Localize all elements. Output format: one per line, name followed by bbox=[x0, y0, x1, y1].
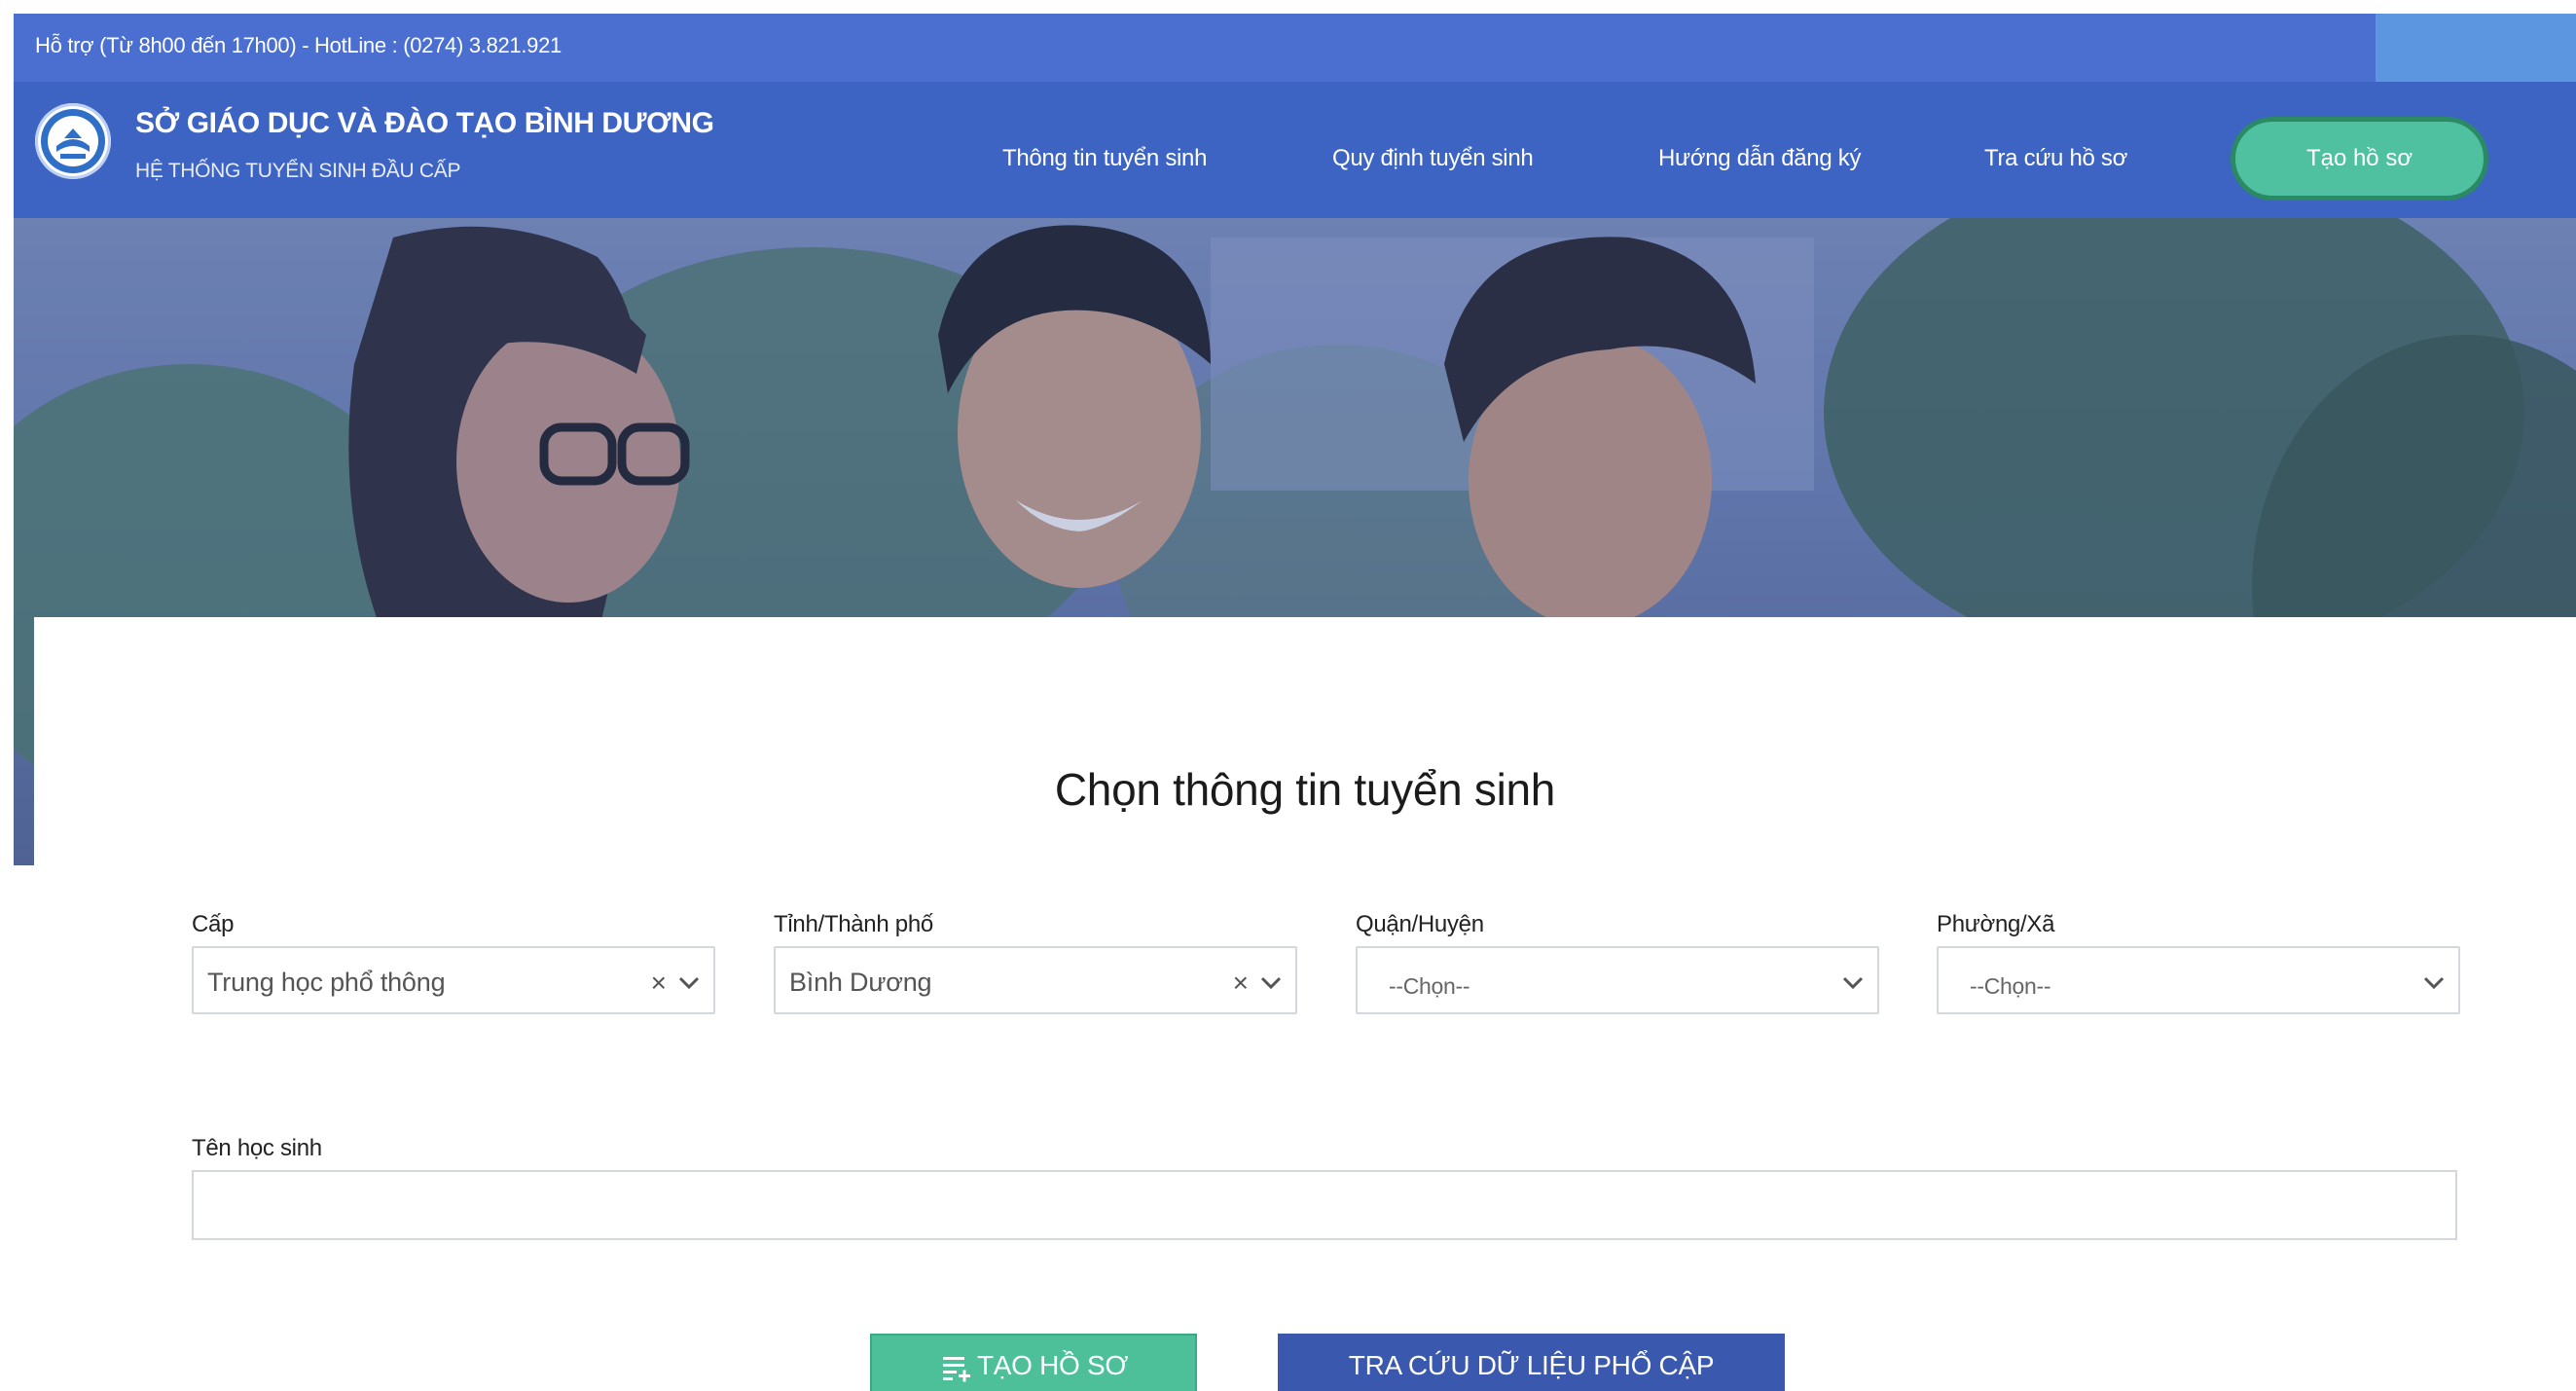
create-profile-button[interactable]: Tạo hồ sơ bbox=[2231, 117, 2488, 201]
lookup-universal-data-button[interactable]: TRA CỨU DỮ LIỆU PHỔ CẬP bbox=[1278, 1334, 1785, 1391]
org-name: SỞ GIÁO DỤC VÀ ĐÀO TẠO BÌNH DƯƠNG bbox=[135, 107, 714, 139]
nav-huong-dan-dang-ky[interactable]: Hướng dẫn đăng ký bbox=[1658, 145, 1861, 172]
support-bar: Hỗ trợ (Từ 8h00 đến 17h00) - HotLine : (… bbox=[14, 14, 2576, 82]
nav-thong-tin-tuyen-sinh[interactable]: Thông tin tuyển sinh bbox=[1002, 145, 1207, 172]
support-bar-accent bbox=[2376, 14, 2576, 82]
cap-select-value: Trung học phổ thông bbox=[207, 968, 446, 997]
phuong-select-placeholder: --Chọn-- bbox=[1970, 973, 2051, 999]
tinh-select[interactable]: Bình Dương × bbox=[774, 946, 1297, 1014]
chevron-down-icon[interactable] bbox=[674, 968, 704, 997]
page-frame: Hỗ trợ (Từ 8h00 đến 17h00) - HotLine : (… bbox=[14, 14, 2576, 1391]
org-logo-icon[interactable] bbox=[35, 103, 111, 179]
clear-icon[interactable]: × bbox=[651, 970, 667, 997]
create-profile-form-button[interactable]: TẠO HỒ SƠ bbox=[870, 1334, 1197, 1391]
tinh-select-value: Bình Dương bbox=[789, 968, 932, 997]
clear-icon[interactable]: × bbox=[1233, 970, 1249, 997]
form-title: Chọn thông tin tuyển sinh bbox=[1054, 764, 1556, 815]
chevron-down-icon[interactable] bbox=[1838, 968, 1868, 997]
support-hotline-text: Hỗ trợ (Từ 8h00 đến 17h00) - HotLine : (… bbox=[35, 33, 562, 57]
org-subtitle: HỆ THỐNG TUYỂN SINH ĐẦU CẤP bbox=[135, 160, 461, 182]
chevron-down-icon[interactable] bbox=[1256, 968, 1286, 997]
nav-tra-cuu-ho-so[interactable]: Tra cứu hồ sơ bbox=[1984, 145, 2127, 172]
cap-select[interactable]: Trung học phổ thông × bbox=[192, 946, 715, 1014]
list-add-icon bbox=[943, 1357, 970, 1382]
quan-select-placeholder: --Chọn-- bbox=[1389, 973, 1470, 999]
ten-hoc-sinh-label: Tên học sinh bbox=[192, 1135, 322, 1161]
cap-label: Cấp bbox=[192, 911, 235, 937]
tinh-label: Tỉnh/Thành phố bbox=[774, 911, 933, 937]
phuong-select[interactable]: --Chọn-- bbox=[1937, 946, 2460, 1014]
create-profile-form-button-label: TẠO HỒ SƠ bbox=[977, 1350, 1129, 1380]
site-header: SỞ GIÁO DỤC VÀ ĐÀO TẠO BÌNH DƯƠNG HỆ THỐ… bbox=[14, 82, 2576, 218]
nav-quy-dinh-tuyen-sinh[interactable]: Quy định tuyển sinh bbox=[1332, 145, 1534, 172]
phuong-label: Phường/Xã bbox=[1937, 911, 2055, 937]
quan-select[interactable]: --Chọn-- bbox=[1356, 946, 1879, 1014]
chevron-down-icon[interactable] bbox=[2419, 968, 2449, 997]
ten-hoc-sinh-input[interactable] bbox=[192, 1170, 2457, 1240]
quan-label: Quận/Huyện bbox=[1356, 911, 1484, 937]
admission-form-card: Chọn thông tin tuyển sinh Cấp Trung học … bbox=[34, 617, 2576, 1391]
